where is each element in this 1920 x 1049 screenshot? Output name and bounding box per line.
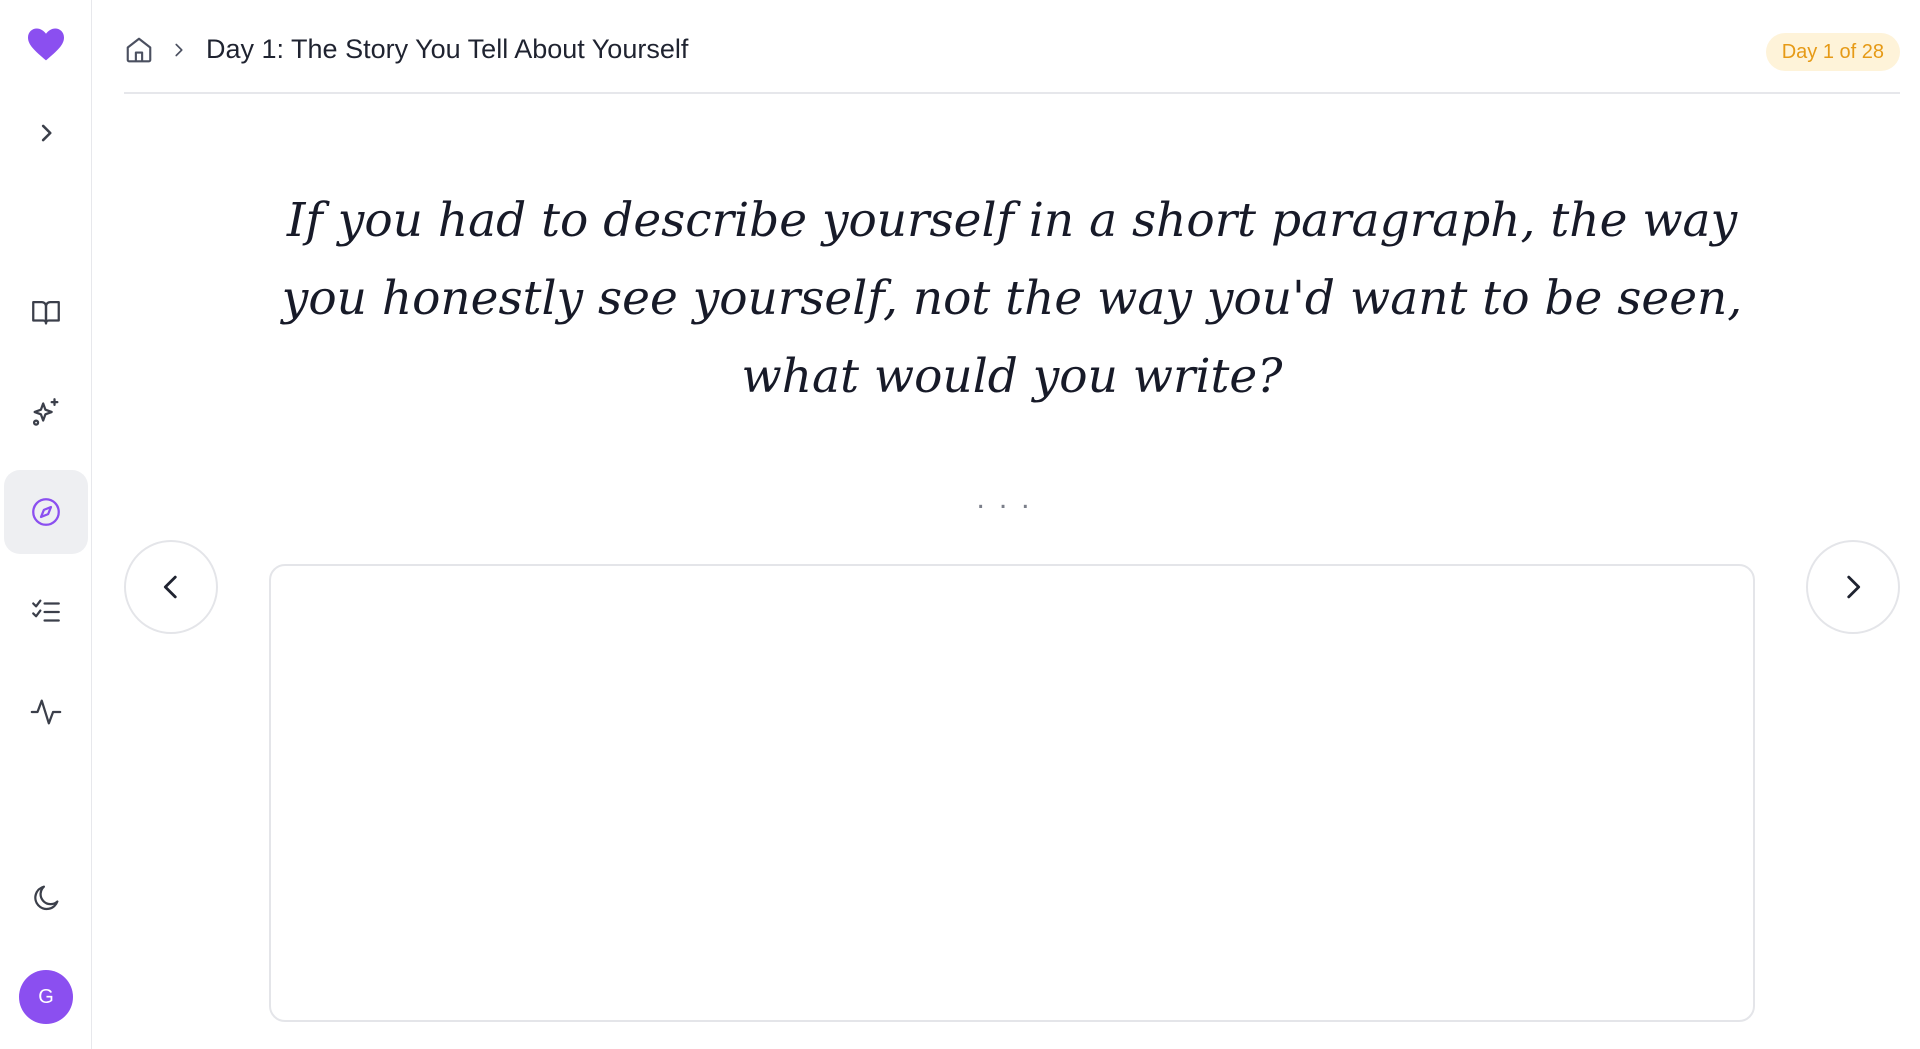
chevron-right-icon	[41, 124, 52, 142]
theme-toggle-button[interactable]	[4, 856, 88, 940]
sidebar-item-explore[interactable]	[4, 470, 88, 554]
next-button[interactable]	[1806, 540, 1900, 634]
sidebar: G	[0, 0, 92, 1049]
home-icon[interactable]	[124, 34, 154, 66]
avatar[interactable]: G	[19, 970, 73, 1024]
chevron-right-icon	[1847, 575, 1861, 599]
previous-button[interactable]	[124, 540, 218, 634]
sidebar-item-library[interactable]	[4, 270, 88, 354]
journal-prompt: If you had to describe yourself in a sho…	[281, 193, 1743, 404]
book-open-icon	[32, 300, 60, 325]
sidebar-item-activity[interactable]	[4, 670, 88, 754]
sidebar-item-tasks[interactable]	[4, 570, 88, 654]
sidebar-item-insights[interactable]	[4, 370, 88, 454]
progress-badge: Day 1 of 28	[1765, 33, 1900, 71]
app: G Day 1: The Story You Tell About Yourse…	[0, 0, 1920, 1049]
expand-sidebar-button[interactable]	[4, 91, 88, 175]
moon-icon	[34, 885, 59, 911]
page-title: Day 1: The Story You Tell About Yourself	[206, 34, 689, 64]
response-textarea[interactable]	[269, 564, 1755, 1022]
heart-icon[interactable]	[26, 26, 66, 62]
header: Day 1: The Story You Tell About Yourself…	[124, 0, 1900, 94]
chevron-left-icon	[163, 575, 177, 599]
chevron-right-icon	[175, 43, 183, 57]
checklist-icon	[32, 599, 60, 622]
sparkles-icon	[32, 398, 59, 426]
activity-icon	[30, 699, 62, 725]
separator-dots: ...	[976, 482, 1044, 515]
compass-icon	[32, 498, 60, 526]
